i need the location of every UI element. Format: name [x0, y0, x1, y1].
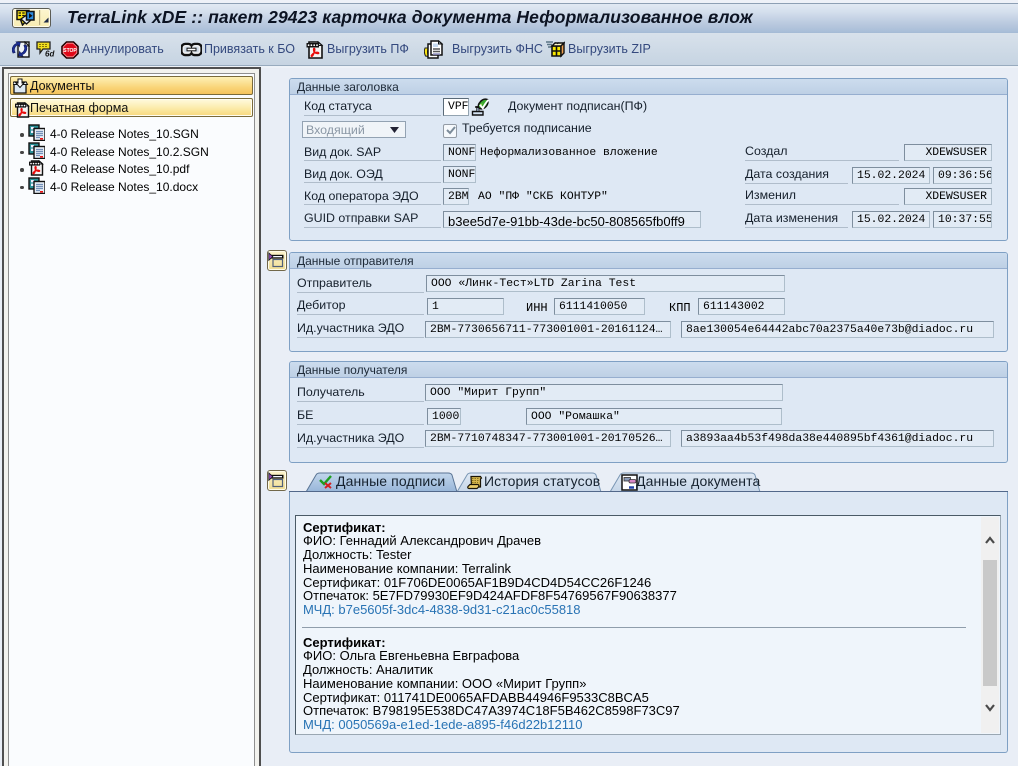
svg-text:6d: 6d: [45, 50, 55, 59]
svg-text:STOP: STOP: [63, 48, 77, 54]
